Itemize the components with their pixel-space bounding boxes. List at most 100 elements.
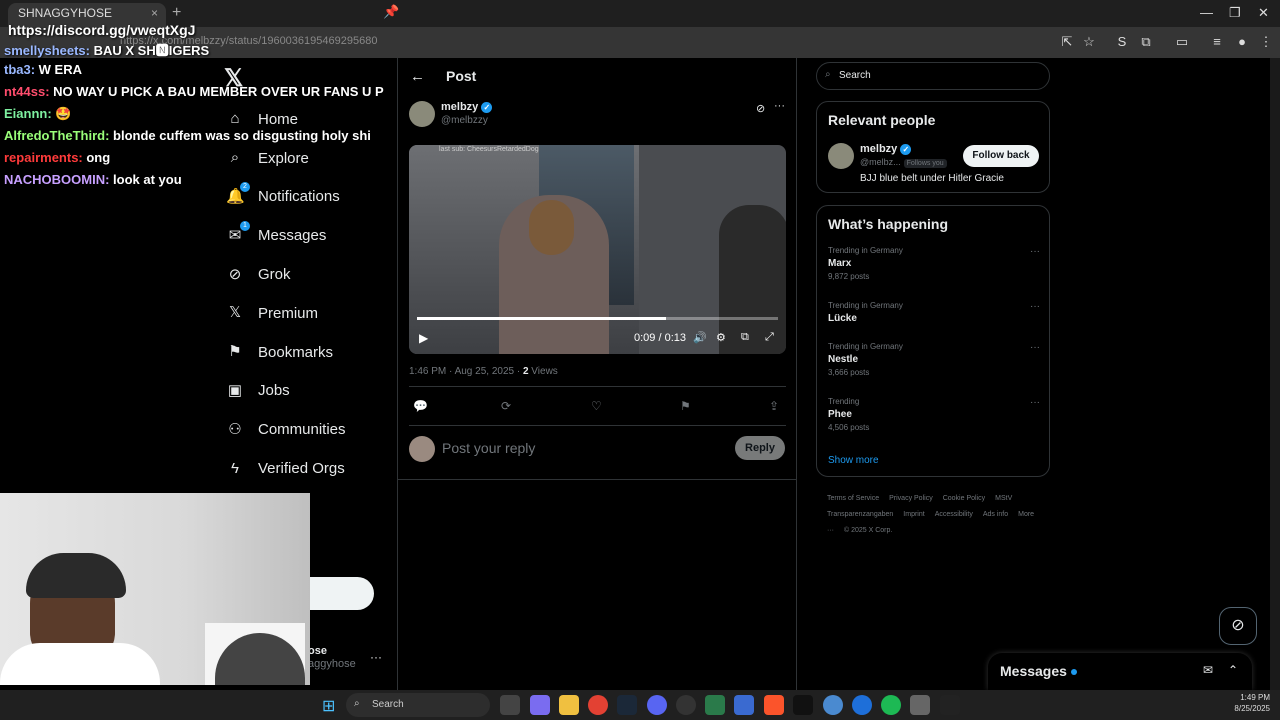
discord-icon[interactable]: [647, 695, 667, 715]
bookmark-star-icon[interactable]: ☆: [1080, 33, 1098, 51]
unread-dot: [1070, 669, 1077, 676]
repost-icon[interactable]: ⟳: [501, 399, 511, 413]
messages-title-text: Messages: [1000, 663, 1067, 679]
trend-item[interactable]: Trending in Germany Marx 9,872 posts ···: [828, 246, 1040, 281]
app-icon[interactable]: [734, 695, 754, 715]
trend-item[interactable]: Trending Phee 4,506 posts ···: [828, 397, 1040, 432]
extension-s-icon[interactable]: S: [1113, 33, 1131, 51]
grok-floating-button[interactable]: ⊘: [1219, 607, 1257, 645]
back-arrow-icon[interactable]: ←: [410, 68, 425, 85]
sidebar-item-messages[interactable]: ✉ 1 Messages: [226, 216, 346, 255]
footer-link[interactable]: Cookie Policy: [943, 495, 985, 502]
trend-more-icon[interactable]: ···: [1030, 246, 1040, 257]
footer-link[interactable]: Privacy Policy: [889, 495, 933, 502]
post-button[interactable]: [308, 577, 374, 610]
settings-gear-icon[interactable]: ⚙: [716, 331, 726, 344]
chrome-icon[interactable]: [588, 695, 608, 715]
fullscreen-icon[interactable]: ⤢: [765, 331, 774, 344]
file-explorer-icon[interactable]: [559, 695, 579, 715]
app-icon[interactable]: [705, 695, 725, 715]
trend-count: 3,666 posts: [828, 368, 870, 377]
windows-start-icon[interactable]: ⊞: [322, 696, 335, 716]
more-icon[interactable]: ···: [774, 100, 785, 112]
messages-drawer[interactable]: Messages ✉ ⌃: [988, 653, 1252, 690]
close-window-icon[interactable]: ✕: [1258, 5, 1269, 21]
sidebar-item-communities[interactable]: ⚇ Communities: [226, 410, 346, 449]
app-icon[interactable]: [940, 695, 960, 715]
reply-button[interactable]: Reply: [735, 436, 785, 460]
tab-close-icon[interactable]: ×: [151, 6, 158, 20]
video-progress-fill: [417, 317, 667, 320]
account-more-icon[interactable]: ···: [370, 650, 382, 664]
spotify-icon[interactable]: [881, 695, 901, 715]
new-tab-button[interactable]: +: [172, 4, 181, 22]
video-progress-bar[interactable]: [417, 317, 778, 320]
relevant-name[interactable]: melbzy ✓: [860, 143, 912, 155]
sidebar-item-premium[interactable]: 𝕏 Premium: [226, 294, 346, 333]
like-icon[interactable]: ♡: [591, 399, 602, 413]
footer-link[interactable]: Imprint: [903, 511, 924, 518]
timestamp-text[interactable]: 1:46 PM · Aug 25, 2025 ·: [409, 366, 523, 377]
picture-in-picture-icon[interactable]: ⧉: [741, 331, 749, 344]
profile-icon[interactable]: ●: [1233, 33, 1251, 51]
sidebar-item-bookmarks[interactable]: ⚑ Bookmarks: [226, 333, 346, 372]
footer-link[interactable]: © 2025 X Corp.: [844, 527, 892, 534]
author-handle[interactable]: @melbzzy: [441, 115, 488, 126]
sidebar-item-jobs[interactable]: ▣ Jobs: [226, 372, 346, 411]
trend-name: Nestle: [828, 354, 859, 365]
brave-icon[interactable]: [764, 695, 784, 715]
split-view-icon[interactable]: ▭: [1173, 33, 1191, 51]
settings-icon[interactable]: [910, 695, 930, 715]
menu-icon[interactable]: ⋮: [1257, 33, 1275, 51]
video-player[interactable]: last sub: CheesursRetardedDog ▶ 0:09 / 0…: [409, 145, 786, 354]
bookmark-icon[interactable]: ⚑: [680, 399, 691, 413]
grok-icon[interactable]: ⊘: [756, 102, 765, 115]
install-icon[interactable]: ⇱: [1058, 33, 1076, 51]
new-message-icon[interactable]: ✉: [1203, 663, 1213, 677]
steam-icon[interactable]: [617, 695, 637, 715]
taskbar-clock[interactable]: 1:49 PM 8/25/2025: [1222, 692, 1270, 714]
trend-more-icon[interactable]: ···: [1030, 342, 1040, 353]
verified-icon: ✓: [481, 102, 493, 113]
reply-input[interactable]: Post your reply: [442, 440, 535, 456]
media-icon[interactable]: ≡: [1208, 33, 1226, 51]
restore-icon[interactable]: ❐: [1229, 5, 1241, 21]
reply-icon[interactable]: 💬: [413, 399, 428, 413]
author-avatar[interactable]: [409, 101, 435, 127]
follow-back-button[interactable]: Follow back: [963, 145, 1039, 167]
discord-link-overlay: https://discord.gg/vweqtXgJ: [8, 22, 196, 38]
search-input[interactable]: ⌕ Search: [816, 62, 1050, 90]
play-icon[interactable]: ▶: [419, 331, 428, 345]
share-icon[interactable]: ⇪: [769, 399, 779, 413]
trend-more-icon[interactable]: ···: [1030, 301, 1040, 312]
trend-item[interactable]: Trending in Germany Lücke ···: [828, 301, 1040, 327]
footer-link[interactable]: Accessibility: [935, 511, 973, 518]
page-scrollbar[interactable]: [1270, 58, 1280, 690]
show-more-link[interactable]: Show more: [828, 455, 879, 466]
streamer-body: [0, 643, 160, 685]
pin-icon[interactable]: 📌: [383, 4, 399, 20]
task-view-icon[interactable]: [500, 695, 520, 715]
edge-icon[interactable]: [852, 695, 872, 715]
relevant-avatar[interactable]: [828, 143, 854, 169]
trend-more-icon[interactable]: ···: [1030, 397, 1040, 408]
minimize-icon[interactable]: —: [1200, 5, 1213, 20]
info-app-icon[interactable]: [793, 695, 813, 715]
copilot-icon[interactable]: [530, 695, 550, 715]
sidebar-item-verified-orgs[interactable]: ϟ Verified Orgs: [226, 449, 346, 488]
trend-item[interactable]: Trending in Germany Nestle 3,666 posts ···: [828, 342, 1040, 377]
account-switcher[interactable]: ose aggyhose: [308, 645, 356, 671]
footer-link[interactable]: Ads info: [983, 511, 1008, 518]
sidebar-item-label: Communities: [258, 421, 346, 439]
taskbar-search[interactable]: ⌕ Search: [346, 693, 490, 717]
chat-message: nt44ss: NO WAY U PICK A BAU MEMBER OVER …: [4, 84, 384, 106]
chrome-active-icon[interactable]: [823, 695, 843, 715]
footer-link[interactable]: Terms of Service: [827, 495, 879, 502]
sidebar-item-grok[interactable]: ⊘ Grok: [226, 255, 346, 294]
author-name[interactable]: melbzy ✓: [441, 101, 493, 113]
obs-icon[interactable]: [676, 695, 696, 715]
extensions-icon[interactable]: ⧉: [1137, 33, 1155, 51]
chat-text: NO WAY U PICK A BAU MEMBER OVER UR FANS …: [49, 84, 384, 99]
expand-icon[interactable]: ⌃: [1228, 663, 1238, 677]
volume-icon[interactable]: 🔊: [693, 331, 707, 344]
